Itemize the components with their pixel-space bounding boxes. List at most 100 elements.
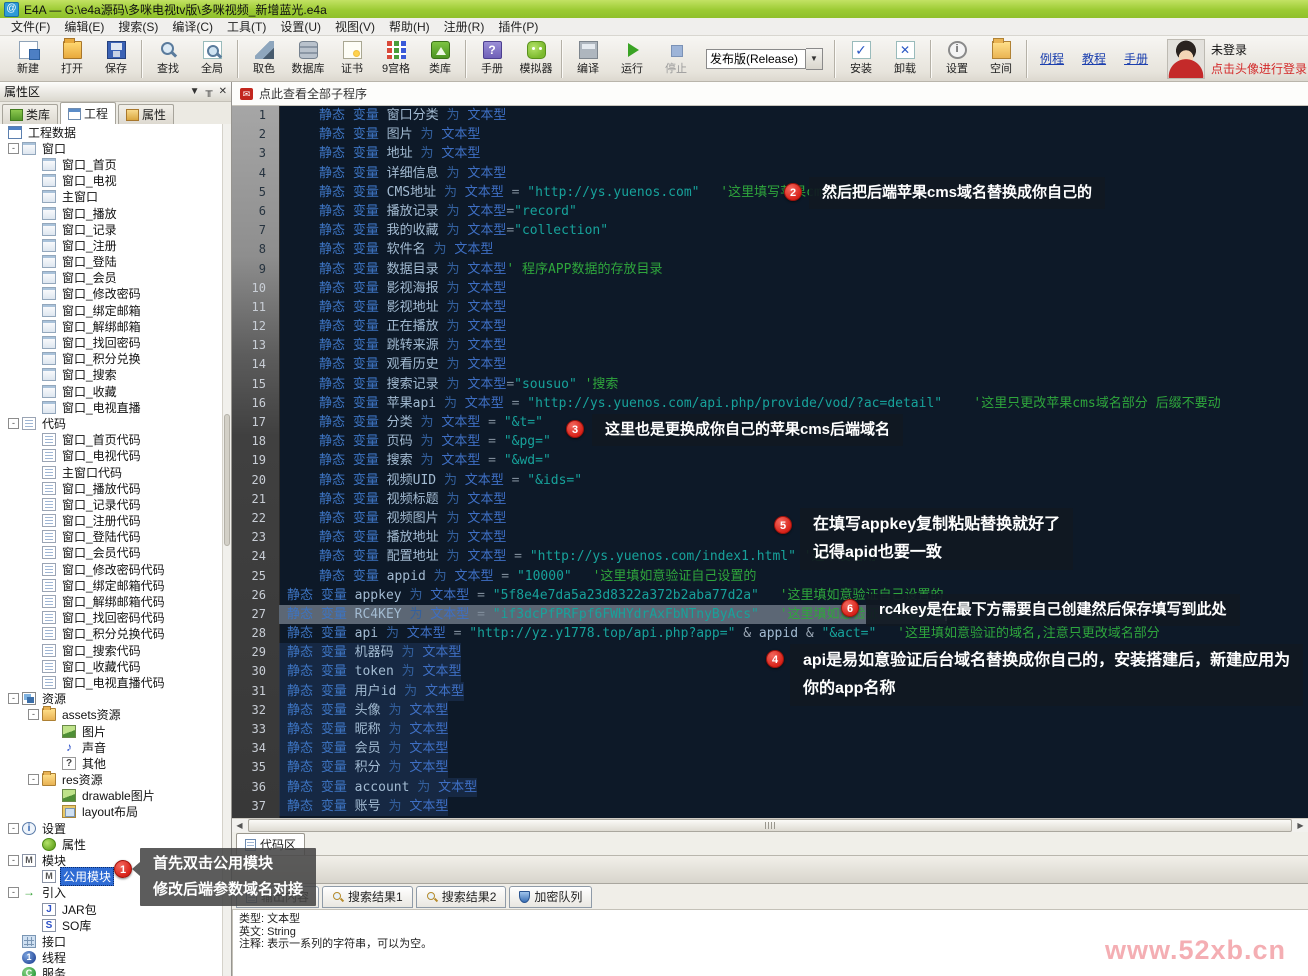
code-line[interactable]: 5静态 变量 CMS地址 为 文本型 = "http://ys.yuenos.c… — [232, 183, 1308, 202]
expand-collapse-icon[interactable]: - — [8, 823, 19, 834]
toolbar-button-9宫格[interactable]: 9宫格 — [374, 38, 418, 80]
toolbar-button-卸载[interactable]: 卸载 — [883, 38, 927, 80]
code-line[interactable]: 20静态 变量 视频UID 为 文本型 = "&ids=" — [232, 471, 1308, 490]
pane-splitter[interactable] — [232, 856, 1308, 884]
tree-item-窗口_搜索代码[interactable]: 窗口_搜索代码 — [0, 642, 222, 658]
tree-item-工程数据[interactable]: 工程数据 — [0, 124, 222, 140]
menu-编译(C)[interactable]: 编译(C) — [165, 17, 220, 36]
code-line[interactable]: 11静态 变量 影视地址 为 文本型 — [232, 298, 1308, 317]
tree-item-窗口_电视直播代码[interactable]: 窗口_电视直播代码 — [0, 674, 222, 690]
panel-tab-类库[interactable]: 类库 — [2, 104, 58, 124]
expand-collapse-icon[interactable]: - — [8, 855, 19, 866]
code-line[interactable]: 7静态 变量 我的收藏 为 文本型="collection" — [232, 221, 1308, 240]
tree-item-设置[interactable]: -设置 — [0, 820, 222, 836]
tree-item-线程[interactable]: 线程 — [0, 950, 222, 966]
menu-设置(U)[interactable]: 设置(U) — [273, 17, 328, 36]
code-line[interactable]: 21静态 变量 视频标题 为 文本型 — [232, 490, 1308, 509]
tree-item-窗口_首页[interactable]: 窗口_首页 — [0, 156, 222, 172]
code-line[interactable]: 29静态 变量 机器码 为 文本型 — [232, 643, 1308, 662]
toolbar-button-取色[interactable]: 取色 — [242, 38, 286, 80]
tab-code-area[interactable]: 代码区 — [236, 833, 305, 855]
tree-item-窗口_首页代码[interactable]: 窗口_首页代码 — [0, 432, 222, 448]
toolbar-link-例程[interactable]: 例程 — [1040, 50, 1064, 67]
toolbar-button-安装[interactable]: 安装 — [839, 38, 883, 80]
expand-collapse-icon[interactable]: - — [8, 887, 19, 898]
tree-item-窗口_收藏[interactable]: 窗口_收藏 — [0, 383, 222, 399]
tree-item-窗口_会员代码[interactable]: 窗口_会员代码 — [0, 545, 222, 561]
tree-item-drawable图片[interactable]: drawable图片 — [0, 788, 222, 804]
panel-dropdown-icon[interactable]: ▼ — [190, 86, 200, 97]
code-line[interactable]: 33静态 变量 昵称 为 文本型 — [232, 720, 1308, 739]
tree-item-代码[interactable]: -代码 — [0, 415, 222, 431]
toolbar-button-打开[interactable]: 打开 — [50, 38, 94, 80]
tree-item-窗口_修改密码代码[interactable]: 窗口_修改密码代码 — [0, 561, 222, 577]
tree-item-JAR包[interactable]: JAR包 — [0, 901, 222, 917]
menu-帮助(H)[interactable]: 帮助(H) — [382, 17, 437, 36]
tree-item-其他[interactable]: 其他 — [0, 755, 222, 771]
tree-item-layout布局[interactable]: layout布局 — [0, 804, 222, 820]
toolbar-button-保存[interactable]: 保存 — [94, 38, 138, 80]
toolbar-button-设置[interactable]: 设置 — [935, 38, 979, 80]
toolbar-button-运行[interactable]: 运行 — [610, 38, 654, 80]
tree-item-窗口_收藏代码[interactable]: 窗口_收藏代码 — [0, 658, 222, 674]
tree-item-窗口[interactable]: -窗口 — [0, 140, 222, 156]
tab-搜索结果1[interactable]: 搜索结果1 — [322, 886, 413, 908]
code-line[interactable]: 3静态 变量 地址 为 文本型 — [232, 144, 1308, 163]
code-line[interactable]: 36静态 变量 account 为 文本型 — [232, 778, 1308, 797]
tree-item-窗口_积分兑换代码[interactable]: 窗口_积分兑换代码 — [0, 626, 222, 642]
tree-item-assets资源[interactable]: -assets资源 — [0, 707, 222, 723]
code-line[interactable]: 13静态 变量 跳转来源 为 文本型 — [232, 336, 1308, 355]
tree-item-公用模块[interactable]: 公用模块 — [0, 869, 222, 885]
menu-注册(R)[interactable]: 注册(R) — [437, 17, 492, 36]
code-line[interactable]: 31静态 变量 用户id 为 文本型 — [232, 682, 1308, 701]
code-line[interactable]: 10静态 变量 影视海报 为 文本型 — [232, 279, 1308, 298]
code-line[interactable]: 18静态 变量 页码 为 文本型 = "&pg=" — [232, 432, 1308, 451]
code-line[interactable]: 17静态 变量 分类 为 文本型 = "&t=" — [232, 413, 1308, 432]
code-line[interactable]: 4静态 变量 详细信息 为 文本型 — [232, 164, 1308, 183]
expand-collapse-icon[interactable]: - — [28, 774, 39, 785]
tab-搜索结果2[interactable]: 搜索结果2 — [416, 886, 507, 908]
toolbar-link-手册[interactable]: 手册 — [1124, 50, 1148, 67]
tree-item-窗口_找回密码代码[interactable]: 窗口_找回密码代码 — [0, 610, 222, 626]
panel-tab-属性[interactable]: 属性 — [118, 104, 174, 124]
tree-item-图片[interactable]: 图片 — [0, 723, 222, 739]
toolbar-link-教程[interactable]: 教程 — [1082, 50, 1106, 67]
tree-item-引入[interactable]: -引入 — [0, 885, 222, 901]
toolbar-button-模拟器[interactable]: 模拟器 — [514, 38, 558, 80]
tree-item-服务[interactable]: 服务 — [0, 966, 222, 976]
panel-tab-工程[interactable]: 工程 — [60, 102, 116, 124]
subroutine-link-bar[interactable]: 点此查看全部子程序 — [232, 82, 1308, 106]
tree-item-窗口_电视代码[interactable]: 窗口_电视代码 — [0, 448, 222, 464]
tree-item-资源[interactable]: -资源 — [0, 691, 222, 707]
panel-close-icon[interactable]: ✕ — [219, 86, 227, 97]
code-line[interactable]: 34静态 变量 会员 为 文本型 — [232, 739, 1308, 758]
tree-item-窗口_注册[interactable]: 窗口_注册 — [0, 237, 222, 253]
code-editor[interactable]: 1静态 变量 窗口分类 为 文本型2静态 变量 图片 为 文本型3静态 变量 地… — [232, 106, 1308, 818]
toolbar-button-数据库[interactable]: 数据库 — [286, 38, 330, 80]
code-line[interactable]: 27静态 变量 RC4KEY 为 文本型 = "if3dcPfPRFpf6FWH… — [232, 605, 1308, 624]
toolbar-button-空间[interactable]: 空间 — [979, 38, 1023, 80]
tree-item-窗口_记录代码[interactable]: 窗口_记录代码 — [0, 496, 222, 512]
tree-item-SO库[interactable]: SO库 — [0, 917, 222, 933]
tree-item-声音[interactable]: 声音 — [0, 739, 222, 755]
code-line[interactable]: 35静态 变量 积分 为 文本型 — [232, 758, 1308, 777]
tree-item-窗口_绑定邮箱[interactable]: 窗口_绑定邮箱 — [0, 302, 222, 318]
tree-item-窗口_注册代码[interactable]: 窗口_注册代码 — [0, 513, 222, 529]
tree-scrollbar[interactable] — [222, 124, 231, 976]
code-line[interactable]: 19静态 变量 搜索 为 文本型 = "&wd=" — [232, 451, 1308, 470]
code-line[interactable]: 1静态 变量 窗口分类 为 文本型 — [232, 106, 1308, 125]
tree-item-窗口_绑定邮箱代码[interactable]: 窗口_绑定邮箱代码 — [0, 577, 222, 593]
code-line[interactable]: 26静态 变量 appkey 为 文本型 = "5f8e4e7da5a23d83… — [232, 586, 1308, 605]
tree-item-窗口_解绑邮箱[interactable]: 窗口_解绑邮箱 — [0, 318, 222, 334]
code-line[interactable]: 25静态 变量 appid 为 文本型 = "10000" '这里填如意验证自己… — [232, 567, 1308, 586]
code-line[interactable]: 8静态 变量 软件名 为 文本型 — [232, 240, 1308, 259]
tab-输出内容[interactable]: 输出内容 — [236, 886, 319, 908]
scroll-right-arrow-icon[interactable]: ▶ — [1293, 819, 1308, 832]
expand-collapse-icon[interactable]: - — [28, 709, 39, 720]
menu-编辑(E)[interactable]: 编辑(E) — [57, 17, 111, 36]
toolbar-button-类库[interactable]: 类库 — [418, 38, 462, 80]
tree-item-窗口_播放[interactable]: 窗口_播放 — [0, 205, 222, 221]
code-line[interactable]: 24静态 变量 配置地址 为 文本型 = "http://ys.yuenos.c… — [232, 547, 1308, 566]
tree-item-窗口_会员[interactable]: 窗口_会员 — [0, 270, 222, 286]
tree-item-窗口_登陆代码[interactable]: 窗口_登陆代码 — [0, 529, 222, 545]
